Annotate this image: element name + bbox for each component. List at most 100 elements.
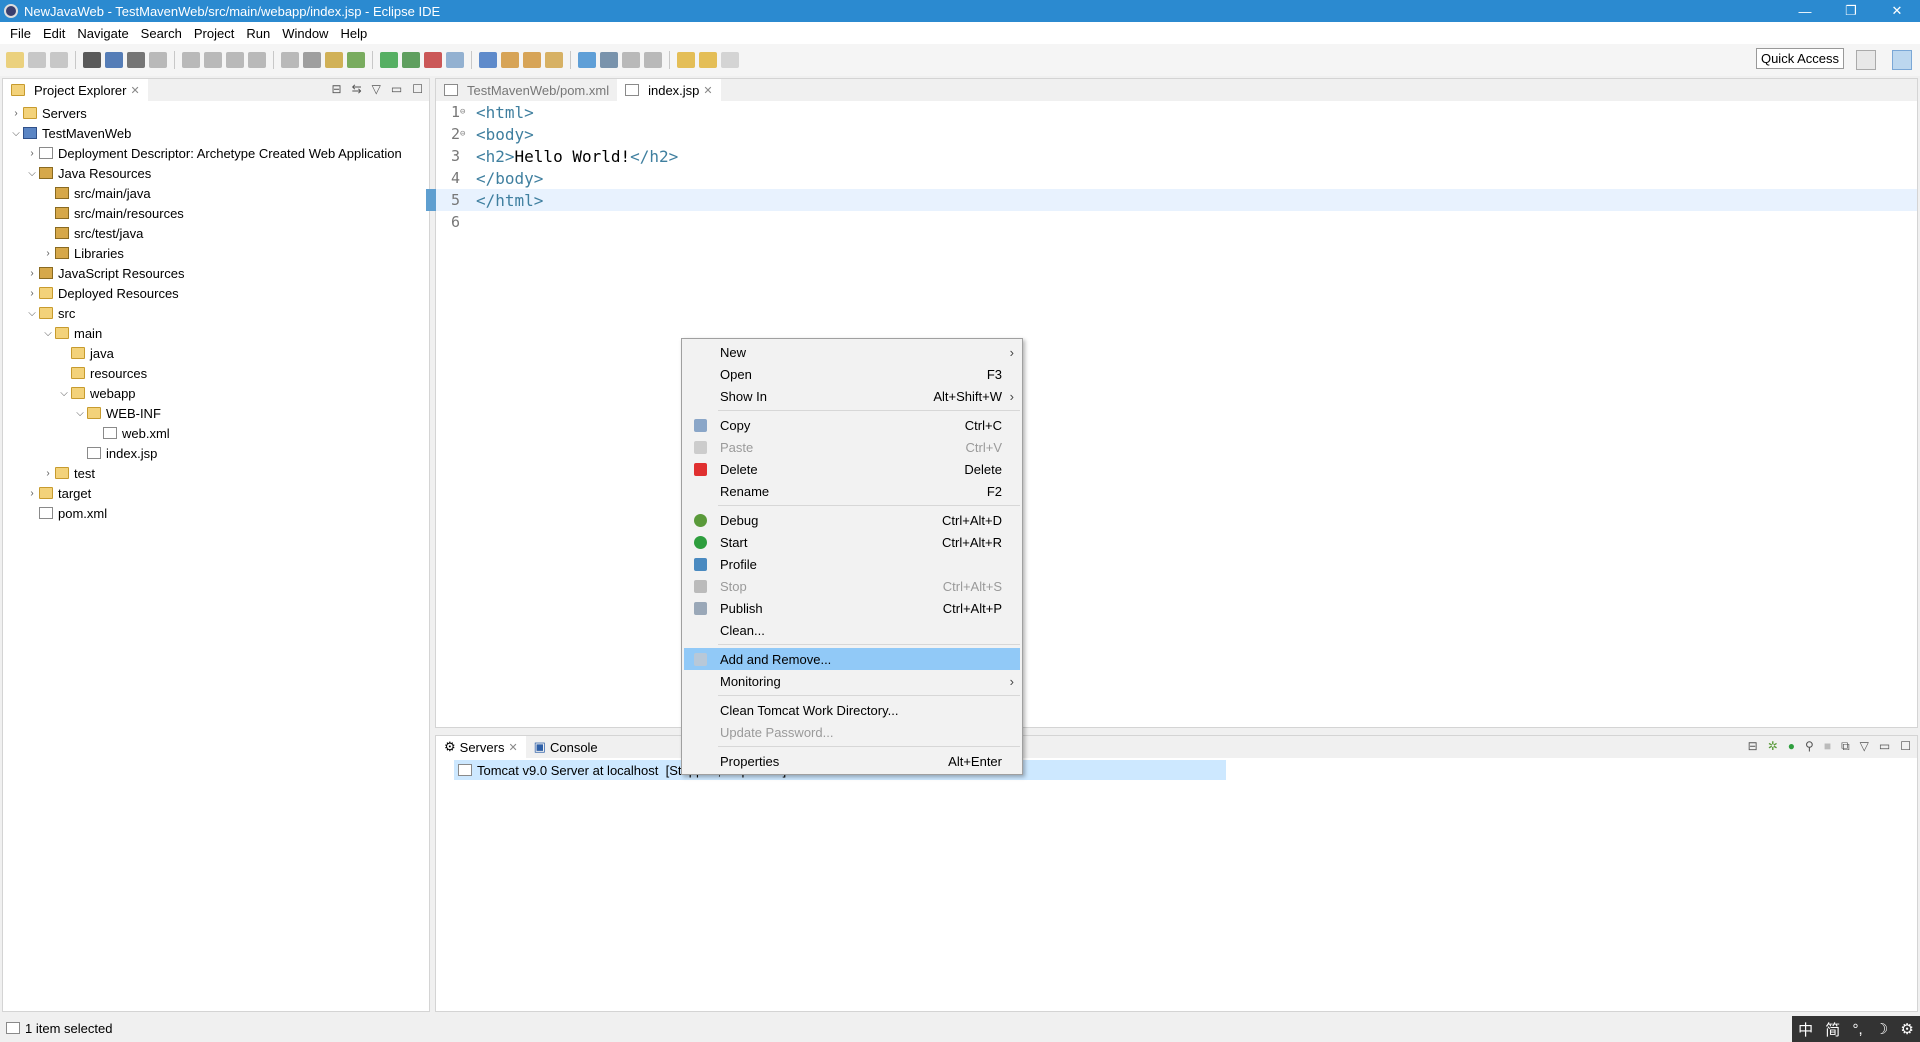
- expanded-arrow-icon[interactable]: ⌵: [57, 388, 71, 399]
- toolbar-button-5[interactable]: [127, 52, 145, 68]
- menu-search[interactable]: Search: [135, 26, 188, 41]
- close-button[interactable]: ✕: [1874, 0, 1920, 22]
- toolbar-button-25[interactable]: [622, 52, 640, 68]
- collapsed-arrow-icon[interactable]: ›: [25, 268, 39, 279]
- ime-button-3[interactable]: ☽: [1875, 1020, 1888, 1038]
- java-ee-perspective-icon[interactable]: [1892, 50, 1912, 70]
- quick-access-input[interactable]: Quick Access: [1755, 48, 1844, 69]
- expanded-arrow-icon[interactable]: ⌵: [41, 328, 55, 339]
- toolbar-button-19[interactable]: [479, 52, 497, 68]
- toolbar-button-10[interactable]: [248, 52, 266, 68]
- minimize-button[interactable]: —: [1782, 0, 1828, 22]
- tree-item[interactable]: java: [3, 343, 429, 363]
- tree-item[interactable]: src/main/resources: [3, 203, 429, 223]
- link-editor-icon[interactable]: ⇆: [352, 82, 362, 96]
- toolbar-button-2[interactable]: [50, 52, 68, 68]
- tree-item[interactable]: › test: [3, 463, 429, 483]
- collapsed-arrow-icon[interactable]: ›: [9, 108, 23, 119]
- close-icon[interactable]: ✕: [508, 741, 517, 754]
- toolbar-button-23[interactable]: [578, 52, 596, 68]
- menu-item-show-in[interactable]: Show In Alt+Shift+W ›: [684, 385, 1020, 407]
- maximize-icon[interactable]: ☐: [1900, 739, 1911, 754]
- expanded-arrow-icon[interactable]: ⌵: [73, 408, 87, 419]
- menu-item-profile[interactable]: Profile: [684, 553, 1020, 575]
- expanded-arrow-icon[interactable]: ⌵: [9, 128, 23, 139]
- toolbar-button-20[interactable]: [501, 52, 519, 68]
- collapsed-arrow-icon[interactable]: ›: [25, 288, 39, 299]
- profile-icon[interactable]: ⚲: [1805, 739, 1814, 754]
- toolbar-button-14[interactable]: [347, 52, 365, 68]
- tab-console[interactable]: ▣ Console: [526, 736, 606, 758]
- toolbar-button-27[interactable]: [677, 52, 695, 68]
- toolbar-button-21[interactable]: [523, 52, 541, 68]
- toolbar-button-1[interactable]: [28, 52, 46, 68]
- toolbar-button-0[interactable]: [6, 52, 24, 68]
- collapsed-arrow-icon[interactable]: ›: [41, 468, 55, 479]
- tree-item[interactable]: src/test/java: [3, 223, 429, 243]
- view-menu-icon[interactable]: ▽: [372, 82, 381, 96]
- tree-item[interactable]: index.jsp: [3, 443, 429, 463]
- menu-item-stop[interactable]: Stop Ctrl+Alt+S: [684, 575, 1020, 597]
- menu-item-publish[interactable]: Publish Ctrl+Alt+P: [684, 597, 1020, 619]
- tree-item[interactable]: › Servers: [3, 103, 429, 123]
- tab-project-explorer[interactable]: Project Explorer ✕: [3, 79, 148, 101]
- toolbar-button-18[interactable]: [446, 52, 464, 68]
- minimize-icon[interactable]: ▭: [391, 82, 402, 96]
- menu-file[interactable]: File: [4, 26, 37, 41]
- toolbar-button-11[interactable]: [281, 52, 299, 68]
- menu-item-open[interactable]: Open F3: [684, 363, 1020, 385]
- toolbar-button-3[interactable]: [83, 52, 101, 68]
- toolbar-button-29[interactable]: [721, 52, 739, 68]
- ime-button-0[interactable]: 中: [1798, 1019, 1813, 1040]
- publish-icon[interactable]: ⧉: [1841, 739, 1850, 754]
- expanded-arrow-icon[interactable]: ⌵: [25, 308, 39, 319]
- toolbar-button-9[interactable]: [226, 52, 244, 68]
- stop-icon[interactable]: ■: [1824, 739, 1831, 754]
- menu-item-delete[interactable]: Delete Delete: [684, 458, 1020, 480]
- tree-item[interactable]: › Libraries: [3, 243, 429, 263]
- view-menu-icon[interactable]: ▽: [1860, 739, 1869, 754]
- tree-item[interactable]: ⌵ TestMavenWeb: [3, 123, 429, 143]
- tree-item[interactable]: › target: [3, 483, 429, 503]
- menu-item-paste[interactable]: Paste Ctrl+V: [684, 436, 1020, 458]
- menu-run[interactable]: Run: [240, 26, 276, 41]
- tree-item[interactable]: ⌵ WEB-INF: [3, 403, 429, 423]
- menu-item-update-password[interactable]: Update Password...: [684, 721, 1020, 743]
- toolbar-button-28[interactable]: [699, 52, 717, 68]
- menu-help[interactable]: Help: [334, 26, 373, 41]
- tree-item[interactable]: pom.xml: [3, 503, 429, 523]
- start-icon[interactable]: ●: [1788, 739, 1795, 754]
- menu-item-properties[interactable]: Properties Alt+Enter: [684, 750, 1020, 772]
- ime-button-1[interactable]: 简: [1825, 1019, 1840, 1040]
- toolbar-button-24[interactable]: [600, 52, 618, 68]
- toolbar-button-16[interactable]: [402, 52, 420, 68]
- toolbar-button-17[interactable]: [424, 52, 442, 68]
- tree-item[interactable]: › JavaScript Resources: [3, 263, 429, 283]
- menu-item-monitoring[interactable]: Monitoring ›: [684, 670, 1020, 692]
- collapsed-arrow-icon[interactable]: ›: [25, 148, 39, 159]
- collapsed-arrow-icon[interactable]: ›: [41, 248, 55, 259]
- toolbar-button-26[interactable]: [644, 52, 662, 68]
- tree-item[interactable]: › Deployment Descriptor: Archetype Create…: [3, 143, 429, 163]
- menu-edit[interactable]: Edit: [37, 26, 71, 41]
- tree-item[interactable]: resources: [3, 363, 429, 383]
- toolbar-button-4[interactable]: [105, 52, 123, 68]
- toolbar-button-8[interactable]: [204, 52, 222, 68]
- toolbar-button-7[interactable]: [182, 52, 200, 68]
- debug-icon[interactable]: ✲: [1768, 739, 1778, 754]
- toolbar-button-6[interactable]: [149, 52, 167, 68]
- tab-editor-0[interactable]: TestMavenWeb/pom.xml: [436, 79, 617, 101]
- tree-item[interactable]: ⌵ Java Resources: [3, 163, 429, 183]
- tab-editor-1[interactable]: index.jsp ✕: [617, 79, 721, 101]
- menu-item-clean[interactable]: Clean...: [684, 619, 1020, 641]
- close-icon[interactable]: ✕: [703, 84, 712, 97]
- tree-item[interactable]: ⌵ main: [3, 323, 429, 343]
- tree-item[interactable]: src/main/java: [3, 183, 429, 203]
- menu-navigate[interactable]: Navigate: [71, 26, 134, 41]
- tree-item[interactable]: ⌵ src: [3, 303, 429, 323]
- menu-item-clean-tomcat-work-directory[interactable]: Clean Tomcat Work Directory...: [684, 699, 1020, 721]
- toolbar-button-13[interactable]: [325, 52, 343, 68]
- toolbar-button-15[interactable]: [380, 52, 398, 68]
- tree-item[interactable]: › Deployed Resources: [3, 283, 429, 303]
- fold-icon[interactable]: ⊖: [460, 129, 468, 139]
